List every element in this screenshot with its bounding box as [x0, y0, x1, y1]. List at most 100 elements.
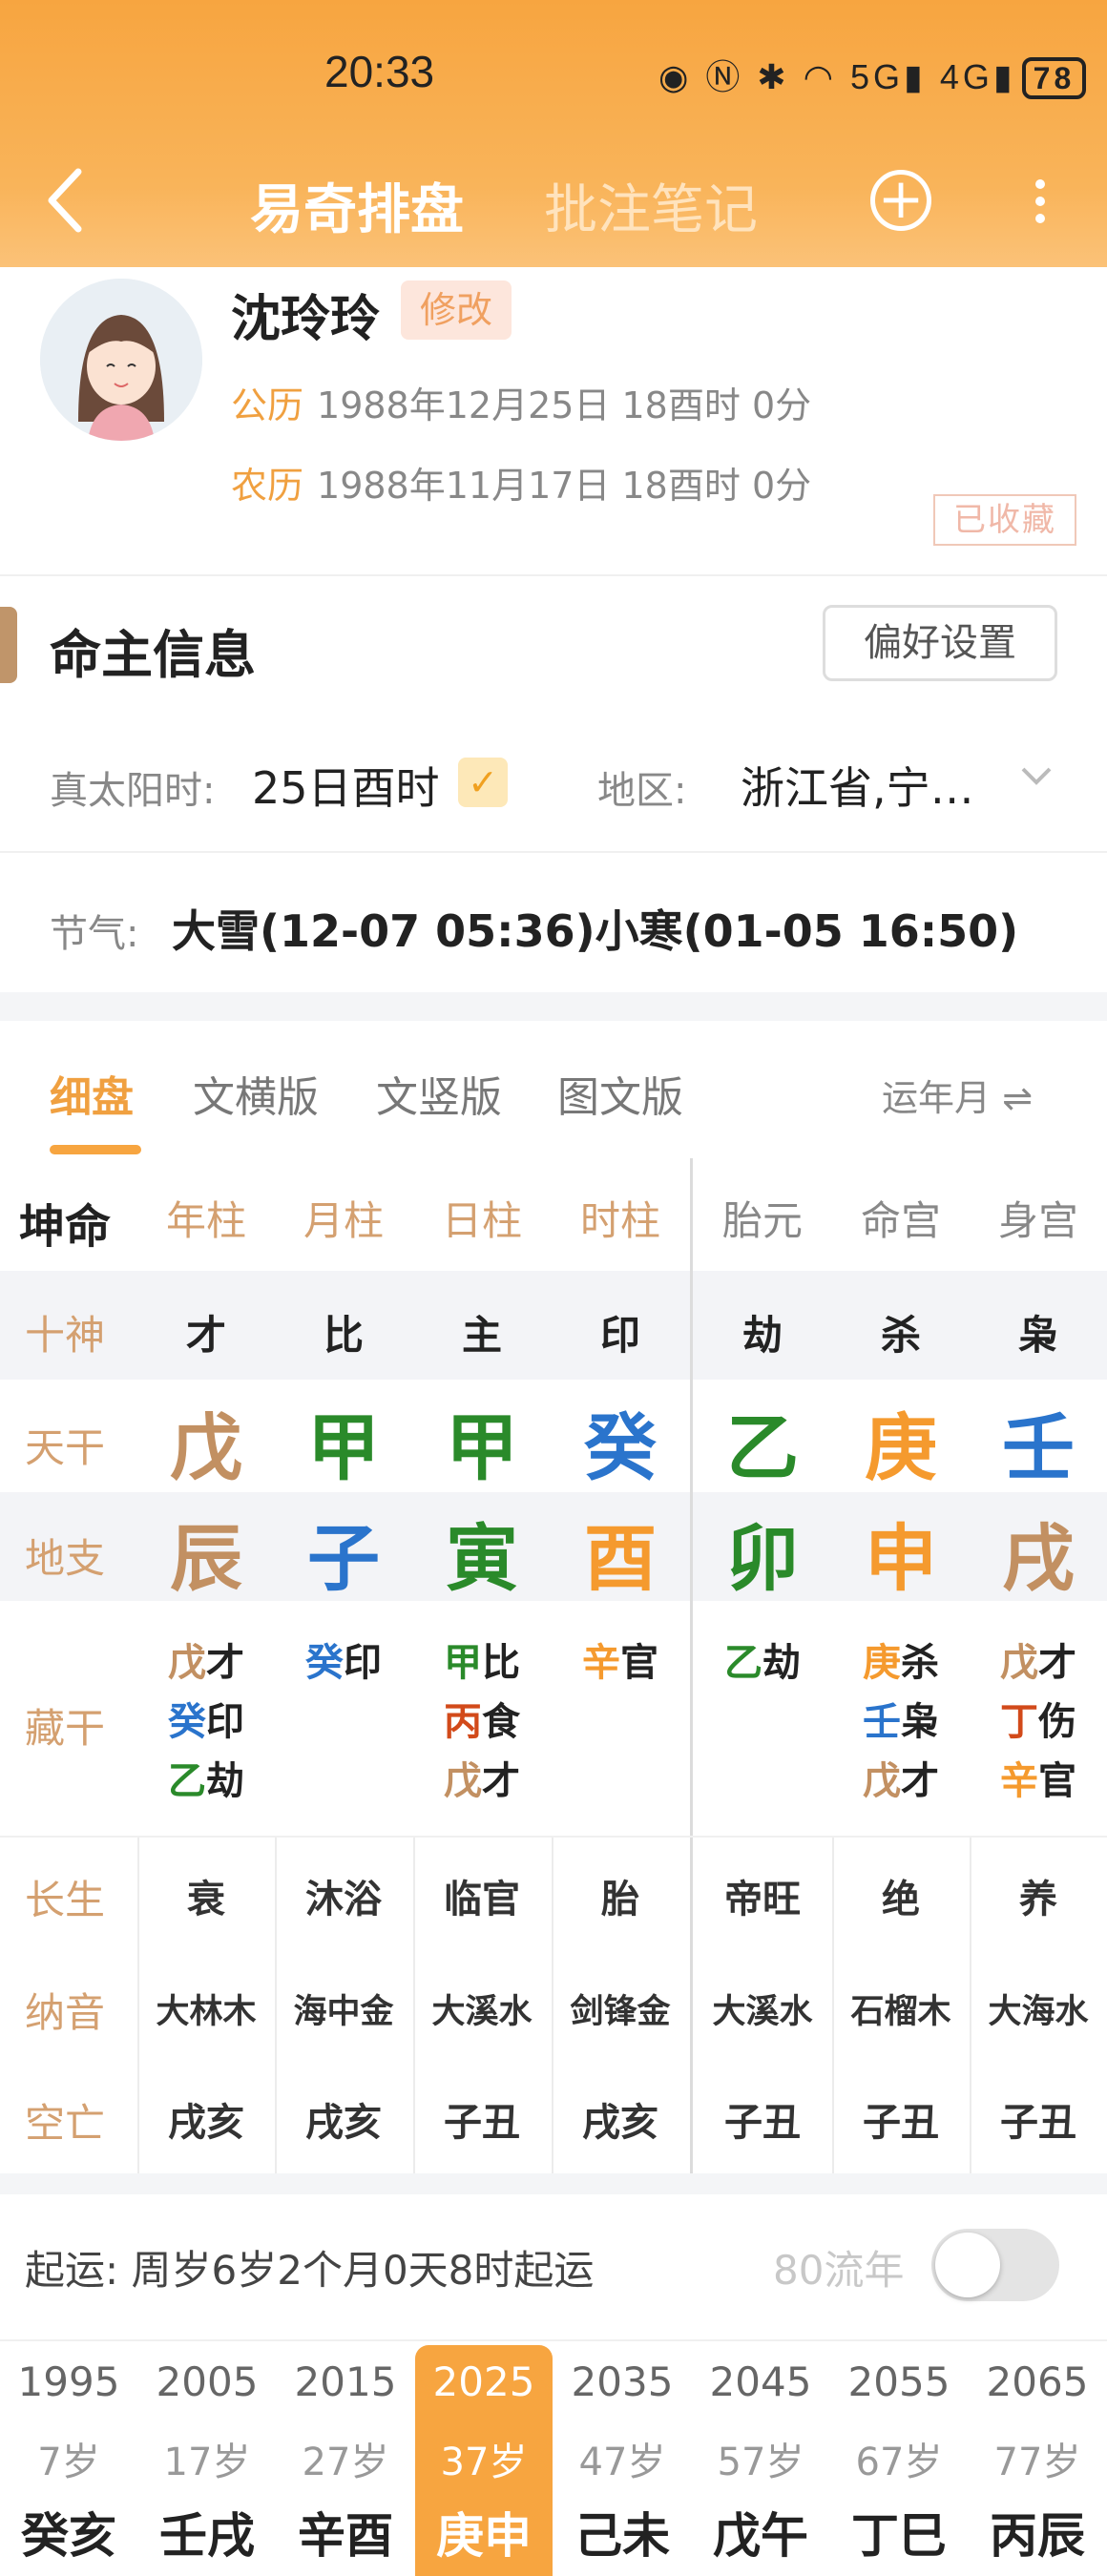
tab-yiqi-paipan[interactable]: 易奇排盘 — [250, 167, 464, 244]
tab-graphic[interactable]: 图文版 — [557, 1063, 683, 1124]
app-header: 20:33 ◉ Ⓝ ✱ ◠ 5G▮ 4G▮ 78 易奇排盘 批注笔记 + — [0, 0, 1107, 267]
canggan-cell: 甲比 — [413, 1633, 551, 1693]
collected-seal[interactable]: 已收藏 — [933, 494, 1076, 546]
nayin-cell: 大溪水 — [431, 1993, 533, 2031]
canggan-shishen: 枭 — [901, 1700, 939, 1744]
lunar-date-row: 农历 1988年11月17日 18酉时 0分 — [231, 456, 811, 509]
canggan-shishen: 劫 — [762, 1641, 801, 1685]
qiyun-text: 起运: 周岁6岁2个月0天8时起运 — [25, 2247, 595, 2294]
nayin-cell: 石榴木 — [850, 1993, 951, 2031]
canggan-shishen: 才 — [1038, 1641, 1076, 1685]
shishen-cell: 印 — [599, 1312, 640, 1359]
canggan-cell: 辛官 — [552, 1633, 689, 1693]
tab-text-vertical[interactable]: 文竖版 — [376, 1063, 502, 1124]
solar-label: 公历 — [231, 384, 304, 426]
canggan-shishen: 印 — [206, 1700, 244, 1744]
column-divider — [413, 1836, 415, 2173]
dizhi-cell: 酉 — [584, 1516, 657, 1601]
dayun-year: 2015 — [294, 2358, 397, 2405]
dayun-item[interactable]: 2005 17岁 壬戌 — [138, 2345, 276, 2576]
canggan-stem: 丁 — [1000, 1700, 1038, 1744]
changsheng-cell: 帝旺 — [724, 1878, 801, 1922]
kongwang-cell: 戌亥 — [305, 2101, 382, 2145]
dayun-year: 1995 — [17, 2358, 120, 2405]
canggan-stem: 癸 — [305, 1641, 344, 1685]
kongwang-cell: 子丑 — [863, 2101, 939, 2145]
column-header: 日柱 — [441, 1197, 522, 1244]
solar-time-checkbox[interactable]: ✓ — [458, 758, 508, 807]
changsheng-cell: 衰 — [187, 1878, 225, 1922]
kongwang-cell: 子丑 — [1000, 2101, 1076, 2145]
dayun-year: 2005 — [156, 2358, 259, 2405]
canggan-stem: 丙 — [444, 1700, 482, 1744]
add-button[interactable]: + — [870, 170, 931, 231]
canggan-shishen: 才 — [206, 1641, 244, 1685]
canggan-stem: 庚 — [863, 1641, 901, 1685]
status-time: 20:33 — [324, 47, 435, 96]
canggan-stem: 乙 — [724, 1641, 762, 1685]
dayun-item[interactable]: 2065 77岁 丙辰 — [969, 2345, 1106, 2576]
canggan-cell: 丁伤 — [970, 1693, 1107, 1752]
dayun-item[interactable]: 2045 57岁 戊午 — [692, 2345, 829, 2576]
dayun-item[interactable]: 2035 47岁 己未 — [554, 2345, 691, 2576]
more-menu-button[interactable] — [1021, 172, 1059, 239]
canggan-cell: 戊才 — [970, 1633, 1107, 1693]
canggan-stem: 甲 — [444, 1641, 482, 1685]
tab-text-horizontal[interactable]: 文横版 — [193, 1063, 319, 1124]
dizhi-cell: 辰 — [170, 1516, 242, 1601]
dayun-year: 2045 — [709, 2358, 812, 2405]
tab-underline — [50, 1145, 141, 1154]
dayun-item[interactable]: 1995 7岁 癸亥 — [0, 2345, 137, 2576]
column-header: 时柱 — [579, 1197, 660, 1244]
nayin-cell: 剑锋金 — [570, 1993, 671, 2031]
shishen-cell: 劫 — [741, 1312, 783, 1359]
pillar-separator — [690, 1158, 693, 2173]
battery-icon: 78 — [1021, 57, 1087, 99]
liunian-80-label: 80流年 — [773, 2247, 905, 2294]
nayin-cell: 海中金 — [293, 1993, 394, 2031]
tiangan-cell: 庚 — [865, 1405, 937, 1490]
changsheng-cell: 沐浴 — [305, 1878, 382, 1922]
kongwang-cell: 子丑 — [724, 2101, 801, 2145]
canggan-cell: 乙劫 — [694, 1633, 831, 1693]
dayun-ganzhi: 庚申 — [436, 2508, 532, 2564]
nayin-cell: 大林木 — [156, 1993, 257, 2031]
preference-settings-button[interactable]: 偏好设置 — [823, 605, 1057, 681]
canggan-stem: 戊 — [1000, 1641, 1038, 1685]
column-divider — [137, 1836, 139, 2173]
plus-icon: + — [877, 166, 925, 231]
yun-year-month-toggle[interactable]: 运年月 ⇌ — [882, 1069, 1033, 1121]
dayun-age: 57岁 — [717, 2441, 804, 2484]
canggan-cell: 戊才 — [832, 1752, 970, 1811]
dayun-age: 27岁 — [302, 2441, 389, 2484]
section-title: 命主信息 — [50, 625, 256, 685]
edit-button[interactable]: 修改 — [401, 280, 512, 340]
user-name: 沈玲玲 — [231, 291, 381, 348]
canggan-cell: 丙食 — [413, 1693, 551, 1752]
canggan-stem: 戊 — [863, 1759, 901, 1803]
column-header: 胎元 — [721, 1197, 803, 1244]
solar-time-label: 真太阳时: — [50, 769, 216, 813]
region-dropdown[interactable] — [1017, 758, 1055, 796]
dayun-item[interactable]: 2025 37岁 庚申 — [415, 2345, 553, 2576]
dayun-item[interactable]: 2015 27岁 辛酉 — [277, 2345, 414, 2576]
changsheng-cell: 绝 — [882, 1878, 920, 1922]
canggan-shishen: 劫 — [206, 1759, 244, 1803]
solar-date-row: 公历 1988年12月25日 18酉时 0分 — [231, 376, 811, 428]
back-button[interactable] — [42, 162, 90, 239]
divider — [0, 851, 1107, 853]
tab-detail[interactable]: 细盘 — [50, 1063, 134, 1124]
row-label-nayin: 纳音 — [25, 1989, 106, 2036]
column-header: 身宫 — [997, 1197, 1078, 1244]
dayun-item[interactable]: 2055 67岁 丁巳 — [830, 2345, 968, 2576]
canggan-stem: 乙 — [168, 1759, 206, 1803]
row-divider — [0, 1836, 1107, 1838]
column-header: 年柱 — [165, 1197, 246, 1244]
region-value[interactable]: 浙江省,宁… — [741, 754, 974, 817]
dayun-ganzhi: 己未 — [574, 2508, 670, 2564]
tiangan-cell: 癸 — [584, 1405, 657, 1490]
shishen-cell: 比 — [323, 1312, 364, 1359]
liunian-80-toggle[interactable] — [931, 2229, 1059, 2301]
tab-annotation-notes[interactable]: 批注笔记 — [544, 167, 758, 244]
canggan-stem: 戊 — [168, 1641, 206, 1685]
